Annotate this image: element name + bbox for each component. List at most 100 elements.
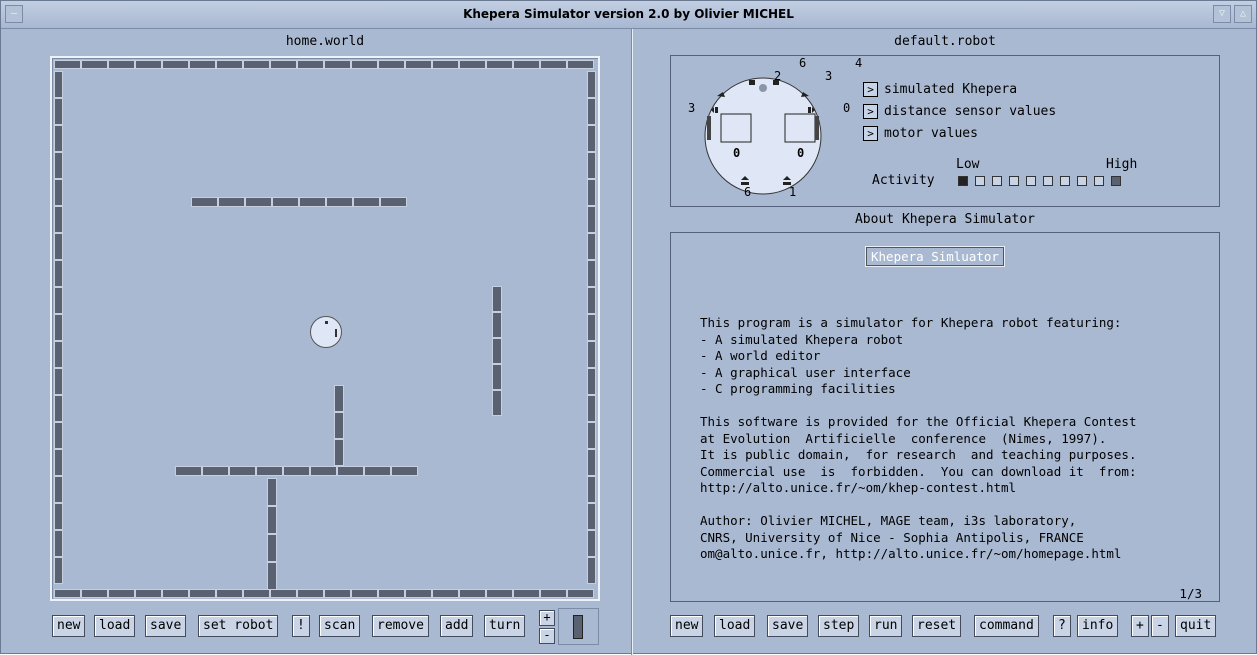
robot-marker[interactable] [310, 316, 342, 348]
world-turn-button[interactable]: turn [484, 615, 526, 637]
wall-segment[interactable] [587, 125, 596, 152]
new-button[interactable]: new [670, 615, 704, 637]
wall-segment[interactable] [378, 60, 405, 69]
run-button[interactable]: run [869, 615, 903, 637]
wall-segment[interactable] [267, 534, 277, 562]
wall-segment[interactable] [54, 395, 63, 422]
wall-segment[interactable] [486, 589, 513, 598]
world-remove-button[interactable]: remove [372, 615, 429, 637]
wall-segment[interactable] [587, 503, 596, 530]
wall-segment[interactable] [587, 368, 596, 395]
wall-segment[interactable] [270, 60, 297, 69]
wall-segment[interactable] [492, 312, 502, 338]
wall-segment[interactable] [267, 478, 277, 506]
wall-segment[interactable] [243, 589, 270, 598]
wall-segment[interactable] [587, 422, 596, 449]
wall-segment[interactable] [54, 287, 63, 314]
wall-segment[interactable] [162, 60, 189, 69]
wall-segment[interactable] [587, 179, 596, 206]
wall-segment[interactable] [54, 125, 63, 152]
wall-segment[interactable] [54, 449, 63, 476]
world-canvas[interactable] [50, 56, 600, 601]
wall-segment[interactable] [587, 71, 596, 98]
wall-segment[interactable] [54, 98, 63, 125]
wall-segment[interactable] [297, 60, 324, 69]
wall-segment[interactable] [587, 395, 596, 422]
robot-option[interactable]: > motor values [863, 122, 1056, 144]
wall-segment[interactable] [54, 422, 63, 449]
reset-button[interactable]: reset [912, 615, 962, 637]
wall-segment[interactable] [405, 589, 432, 598]
wall-segment[interactable] [54, 476, 63, 503]
command-button[interactable]: command [974, 615, 1039, 637]
wall-segment[interactable] [270, 589, 297, 598]
wall-segment[interactable] [108, 60, 135, 69]
wall-segment[interactable] [540, 589, 567, 598]
wall-segment[interactable] [256, 466, 283, 476]
wall-segment[interactable] [540, 60, 567, 69]
wall-segment[interactable] [216, 589, 243, 598]
wall-segment[interactable] [353, 197, 380, 207]
wall-segment[interactable] [175, 466, 202, 476]
wall-segment[interactable] [54, 60, 81, 69]
wall-segment[interactable] [54, 206, 63, 233]
minimize-icon[interactable]: ▽ [1213, 5, 1231, 23]
speed-down-button[interactable]: - [1151, 615, 1169, 637]
wall-segment[interactable] [432, 60, 459, 69]
wall-segment[interactable] [245, 197, 272, 207]
wall-segment[interactable] [310, 466, 337, 476]
wall-segment[interactable] [492, 338, 502, 364]
wall-segment[interactable] [587, 152, 596, 179]
wall-segment[interactable] [587, 341, 596, 368]
wall-segment[interactable] [513, 589, 540, 598]
wall-segment[interactable] [364, 466, 391, 476]
expand-toggle-icon[interactable]: > [863, 125, 878, 141]
wall-segment[interactable] [351, 60, 378, 69]
wall-segment[interactable] [587, 314, 596, 341]
load-button[interactable]: load [714, 615, 756, 637]
wall-segment[interactable] [513, 60, 540, 69]
world-setrobot-button[interactable]: set robot [198, 615, 279, 637]
wall-segment[interactable] [54, 179, 63, 206]
expand-toggle-icon[interactable]: > [863, 81, 878, 97]
wall-segment[interactable] [324, 589, 351, 598]
help-button[interactable]: ? [1053, 615, 1071, 637]
zoom-in-button[interactable]: + [539, 610, 555, 626]
wall-segment[interactable] [297, 589, 324, 598]
info-button[interactable]: info [1077, 615, 1119, 637]
wall-segment[interactable] [229, 466, 256, 476]
world-scan-button[interactable]: scan [319, 615, 361, 637]
zoom-out-button[interactable]: - [539, 628, 555, 644]
wall-segment[interactable] [54, 233, 63, 260]
wall-segment[interactable] [135, 589, 162, 598]
wall-segment[interactable] [299, 197, 326, 207]
save-button[interactable]: save [767, 615, 809, 637]
wall-segment[interactable] [326, 197, 353, 207]
step-button[interactable]: step [818, 615, 860, 637]
wall-segment[interactable] [587, 260, 596, 287]
wall-segment[interactable] [202, 466, 229, 476]
robot-option[interactable]: > simulated Khepera [863, 78, 1056, 100]
wall-segment[interactable] [391, 466, 418, 476]
wall-segment[interactable] [54, 71, 63, 98]
scroll-indicator[interactable] [558, 608, 599, 645]
wall-segment[interactable] [334, 412, 344, 439]
wall-segment[interactable] [567, 589, 594, 598]
wall-segment[interactable] [267, 506, 277, 534]
wall-segment[interactable] [54, 503, 63, 530]
wall-segment[interactable] [243, 60, 270, 69]
wall-segment[interactable] [587, 206, 596, 233]
wall-segment[interactable] [587, 287, 596, 314]
maximize-icon[interactable]: △ [1234, 5, 1252, 23]
wall-segment[interactable] [191, 197, 218, 207]
wall-segment[interactable] [81, 589, 108, 598]
wall-segment[interactable] [81, 60, 108, 69]
wall-segment[interactable] [587, 530, 596, 557]
wall-segment[interactable] [54, 557, 63, 584]
expand-toggle-icon[interactable]: > [863, 103, 878, 119]
wall-segment[interactable] [587, 233, 596, 260]
wall-segment[interactable] [380, 197, 407, 207]
wall-segment[interactable] [54, 260, 63, 287]
wall-segment[interactable] [492, 364, 502, 390]
world-save-button[interactable]: save [145, 615, 187, 637]
